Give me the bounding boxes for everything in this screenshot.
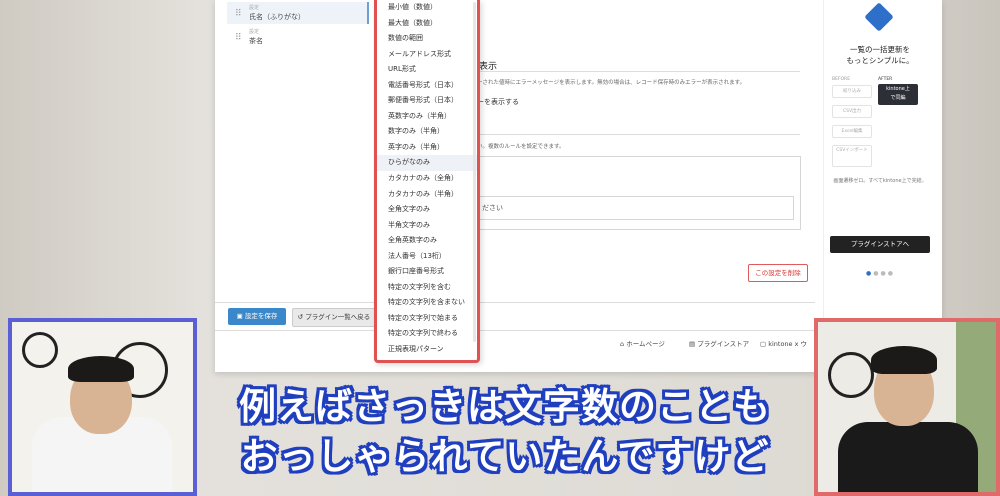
dropdown-option[interactable]: 電話番号形式（日本） xyxy=(377,78,477,94)
back-to-plugin-list-button[interactable]: ↺ プラグイン一覧へ戻る xyxy=(292,308,376,327)
dropdown-option[interactable]: カタカナのみ（半角） xyxy=(377,187,477,203)
dropdown-option[interactable]: 英数字のみ（半角） xyxy=(377,109,477,125)
hair xyxy=(871,346,937,374)
field-list: ⠿ 設定 氏名（ふりがな） ⠿ 設定 茶名 xyxy=(215,0,369,300)
back-button-label: プラグイン一覧へ戻る xyxy=(305,313,371,321)
footer-home-label: ホームページ xyxy=(626,340,665,348)
dropdown-option[interactable]: 特定の文字列を含まない xyxy=(377,295,477,311)
dropdown-option[interactable]: 郵便番号形式（日本） xyxy=(377,93,477,109)
divider xyxy=(475,71,800,72)
dropdown-option[interactable]: 銀行口座番号形式 xyxy=(377,264,477,280)
hair xyxy=(68,356,134,382)
plugin-store-button[interactable]: プラグインストアへ xyxy=(830,236,930,253)
dropdown-option[interactable]: ひらがなのみ xyxy=(377,155,477,172)
divider xyxy=(475,134,800,135)
show-error-option-label[interactable]: ーを表示する xyxy=(477,97,519,107)
ad-after-label: AFTER xyxy=(878,77,893,82)
footer-link-store[interactable]: ▤ プラグインストア xyxy=(689,338,749,348)
divider xyxy=(215,302,815,303)
save-settings-button[interactable]: ▣ 設定を保存 xyxy=(228,308,286,325)
input-placeholder: ださい xyxy=(482,204,503,212)
validation-rule-dropdown[interactable]: 最小値（数値） 最大値（数値） 数値の範囲 メールアドレス形式 URL形式 電話番号形式（… xyxy=(374,0,480,363)
ad-after-box: kintone上 で同編 xyxy=(878,84,918,105)
black-hoodie xyxy=(838,422,978,492)
field-item-furigana[interactable]: ⠿ 設定 氏名（ふりがな） xyxy=(227,2,369,24)
dropdown-option[interactable]: メールアドレス形式 xyxy=(377,47,477,63)
store-icon: ▤ xyxy=(689,340,698,348)
footer-link-home[interactable]: ⌂ ホームページ xyxy=(620,338,665,348)
cube-logo-icon xyxy=(864,2,894,32)
footer-kintone-label: kintone x ウ xyxy=(768,340,808,348)
webcam-left-presenter xyxy=(8,318,197,496)
ad-before-step: 絞り込み xyxy=(832,85,872,98)
webcam-right-presenter xyxy=(814,318,1000,496)
dropdown-option[interactable]: 法人番号（13桁） xyxy=(377,249,477,265)
kintone-plugin-settings-screen: ⠿ 設定 氏名（ふりがな） ⠿ 設定 茶名 表示 ーされた値時にエラーメッセージ… xyxy=(215,0,942,372)
rules-description: い。複数のルールを設定できます。 xyxy=(477,144,565,150)
ad-before-step: CSVインポート xyxy=(832,145,872,167)
drag-handle-icon[interactable]: ⠿ xyxy=(235,33,242,43)
field-item-chamei[interactable]: ⠿ 設定 茶名 xyxy=(227,26,367,48)
subtitle-line-2: おっしゃられていたんですけど xyxy=(240,435,770,478)
dropdown-option[interactable]: 特定の文字列で始まる xyxy=(377,311,477,327)
dropdown-option[interactable]: 半角文字のみ xyxy=(377,218,477,234)
dropdown-option[interactable]: URL形式 xyxy=(377,62,477,78)
footer-store-label: プラグインストア xyxy=(697,340,750,348)
dropdown-option[interactable]: 特定の文字列を含む xyxy=(377,280,477,296)
save-button-label: 設定を保存 xyxy=(244,312,278,320)
subtitle-line-1: 例えばさっきは文字数のことも xyxy=(239,385,771,428)
dropdown-option[interactable]: 全角文字のみ xyxy=(377,202,477,218)
ad-title-line2: もっとシンプルに。 xyxy=(846,56,914,65)
link-icon: ▢ xyxy=(760,340,769,348)
carousel-dots[interactable]: ●●●● xyxy=(866,270,895,277)
dropdown-option[interactable]: 数字のみ（半角） xyxy=(377,124,477,140)
ad-before-step: CSV出力 xyxy=(832,105,872,118)
ad-title-line1: 一覧の一括更新を xyxy=(850,45,910,54)
wall-doodle xyxy=(22,332,58,368)
ad-before-label: BEFORE xyxy=(832,77,851,82)
field-code: 設定 xyxy=(249,29,260,35)
dropdown-option[interactable]: 正規表現パターン xyxy=(377,342,477,358)
footer-divider xyxy=(215,330,825,331)
dropdown-option[interactable]: 全角英数字のみ xyxy=(377,233,477,249)
save-icon: ▣ xyxy=(236,312,245,320)
error-message-input[interactable]: ださい xyxy=(477,196,794,220)
dropdown-scrollbar[interactable] xyxy=(473,2,476,342)
section-description: ーされた値時にエラーメッセージを表示します。無効の場合は、レコード保存時のみエラ… xyxy=(477,80,746,86)
field-name: 茶名 xyxy=(249,37,263,45)
ad-after-line1: kintone上 xyxy=(886,86,910,92)
field-name: 氏名（ふりがな） xyxy=(249,13,305,21)
field-code: 設定 xyxy=(249,5,260,11)
wall-doodle xyxy=(828,352,874,398)
dropdown-option[interactable]: 英字のみ（半角） xyxy=(377,140,477,156)
footer-link-kintone[interactable]: ▢ kintone x ウ xyxy=(760,338,807,348)
plugin-ad-panel: 一覧の一括更新を もっとシンプルに。 BEFORE AFTER 絞り込み CSV… xyxy=(823,0,936,372)
delete-setting-button[interactable]: この設定を削除 xyxy=(748,264,808,282)
drag-handle-icon[interactable]: ⠿ xyxy=(235,9,242,19)
dropdown-option[interactable]: 特定の文字列で終わる xyxy=(377,326,477,342)
ad-before-step: Excel編集 xyxy=(832,125,872,138)
dropdown-option[interactable]: 数値の範囲 xyxy=(377,31,477,47)
dropdown-list: 最小値（数値） 最大値（数値） 数値の範囲 メールアドレス形式 URL形式 電話番号形式（… xyxy=(377,0,477,358)
dropdown-option[interactable]: 最大値（数値） xyxy=(377,16,477,32)
ad-title: 一覧の一括更新を もっとシンプルに。 xyxy=(824,44,936,66)
ad-after-line2: で同編 xyxy=(890,95,906,101)
ad-note: 画面遷移ゼロ。すべてkintone上で完結。 xyxy=(833,178,927,184)
dropdown-option[interactable]: 最小値（数値） xyxy=(377,0,477,16)
dropdown-option[interactable]: カタカナのみ（全角） xyxy=(377,171,477,187)
